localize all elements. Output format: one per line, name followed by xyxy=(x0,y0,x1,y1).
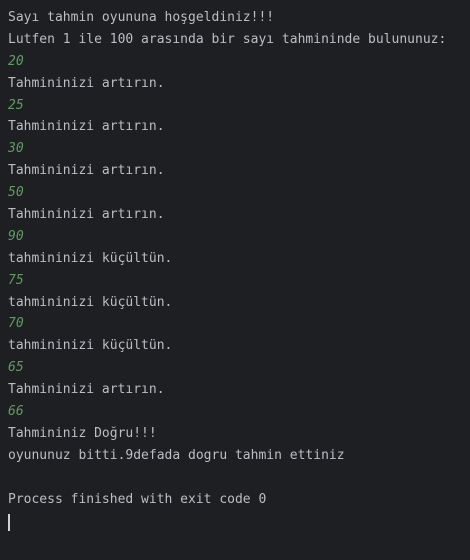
console-input-line: 25 xyxy=(8,97,24,113)
console-output-line: tahmininizi küçültün. xyxy=(8,294,173,310)
console-output-line: Tahmininizi artırın. xyxy=(8,119,165,135)
console-output-line: Process finished with exit code 0 xyxy=(8,491,267,507)
console-output: Sayı tahmin oyununa hoşgeldiniz!!! Lutfen… xyxy=(8,7,470,510)
console-output-line: Sayı tahmin oyununa hoşgeldiniz!!! xyxy=(8,10,275,25)
console-output-line: oyununuz bitti.9defada dogru tahmin etti… xyxy=(8,447,345,463)
console-input-line: 75 xyxy=(8,272,24,288)
console-output-line: tahmininizi küçültün. xyxy=(8,250,173,266)
console-output-line: Tahmininizi artırın. xyxy=(8,163,165,179)
console-input-line: 66 xyxy=(8,404,24,420)
text-cursor xyxy=(8,514,10,531)
console-input-line: 30 xyxy=(8,141,24,157)
console-input-line: 70 xyxy=(8,316,24,332)
console-output-line: Lutfen 1 ile 100 arasında bir sayı tahmi… xyxy=(8,31,447,47)
console-output-line: Tahmininiz Doğru!!! xyxy=(8,425,157,441)
console-input-line: 50 xyxy=(8,185,24,201)
console-output-line: tahmininizi küçültün. xyxy=(8,338,173,354)
console-input-line: 20 xyxy=(8,53,24,69)
console-input-line: 65 xyxy=(8,360,24,376)
console-output-line: Tahmininizi artırın. xyxy=(8,75,165,91)
console-input-line: 90 xyxy=(8,228,24,244)
console-output-line: Tahmininizi artırın. xyxy=(8,382,165,398)
run-console[interactable]: Sayı tahmin oyununa hoşgeldiniz!!! Lutfen… xyxy=(0,0,470,560)
console-output-line: Tahmininizi artırın. xyxy=(8,207,165,223)
